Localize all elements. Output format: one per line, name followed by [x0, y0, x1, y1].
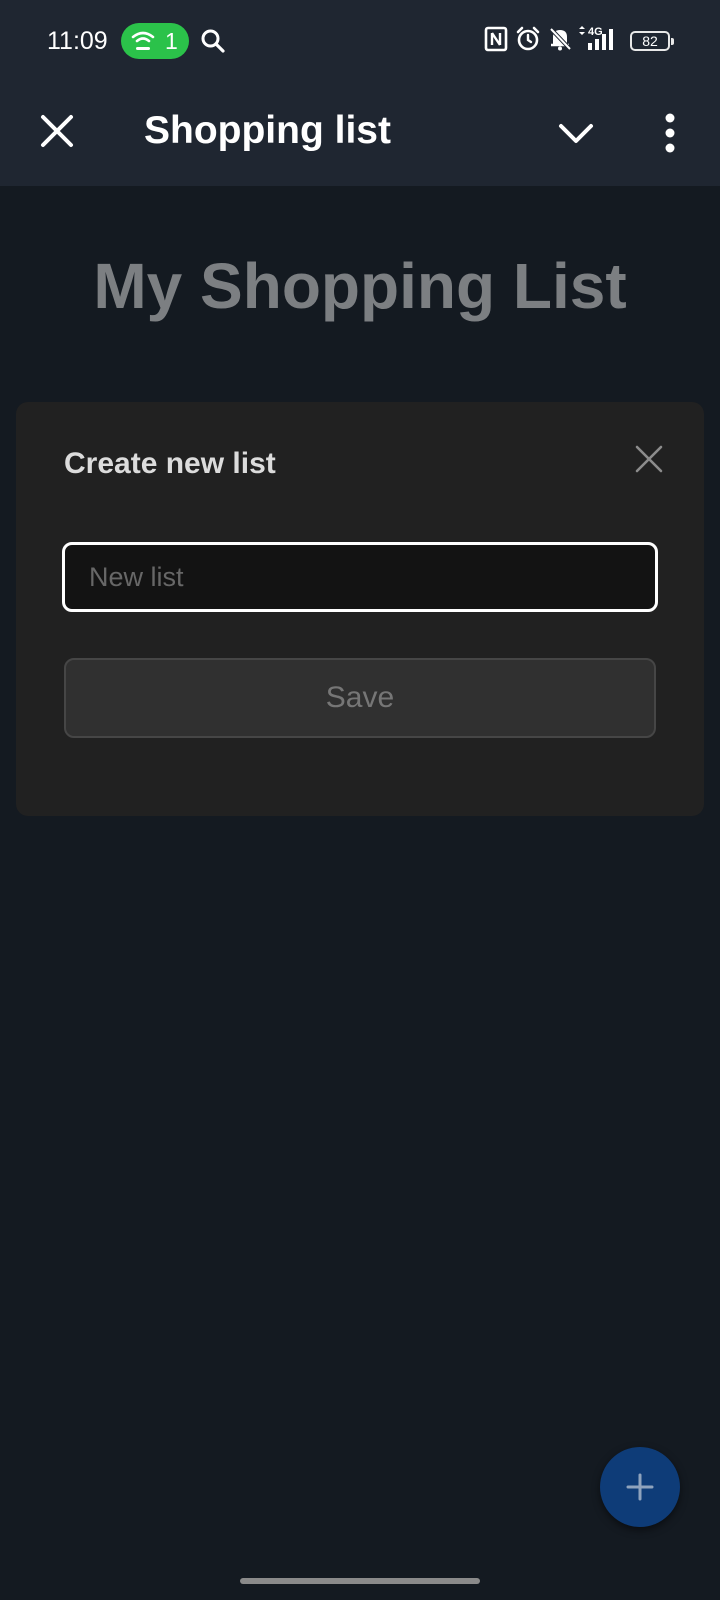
page-heading: My Shopping List [93, 250, 627, 322]
search-icon[interactable] [200, 28, 226, 54]
new-list-name-input[interactable] [62, 542, 658, 612]
signal-icon: 4G [579, 26, 613, 50]
app-bar: Shopping list [0, 84, 720, 186]
create-list-dialog: Create new list Save [16, 402, 704, 816]
nfc-icon [484, 26, 508, 52]
battery-icon: 82 [630, 31, 674, 51]
hotspot-indicator[interactable]: 1 [121, 23, 189, 59]
plus-icon [626, 1473, 654, 1501]
screen: 11:09 1 4G 82 Shopping list My Shopping … [0, 0, 720, 1600]
app-bar-title: Shopping list [144, 109, 391, 152]
save-button[interactable]: Save [64, 658, 656, 738]
status-bar: 11:09 1 4G 82 [0, 0, 720, 84]
hotspot-count: 1 [165, 28, 178, 54]
more-vert-icon[interactable] [655, 111, 685, 155]
status-time: 11:09 [47, 27, 108, 55]
add-fab-button[interactable] [600, 1447, 680, 1527]
chevron-down-icon[interactable] [556, 114, 596, 154]
gesture-nav-handle[interactable] [240, 1578, 480, 1584]
alarm-icon [516, 26, 540, 51]
dialog-title: Create new list [64, 447, 276, 480]
hotspot-icon [131, 31, 155, 50]
close-icon[interactable] [632, 442, 666, 476]
close-icon[interactable] [36, 110, 78, 152]
bell-off-icon [549, 27, 572, 51]
network-label: 4G [588, 26, 603, 38]
battery-level: 82 [642, 33, 658, 49]
